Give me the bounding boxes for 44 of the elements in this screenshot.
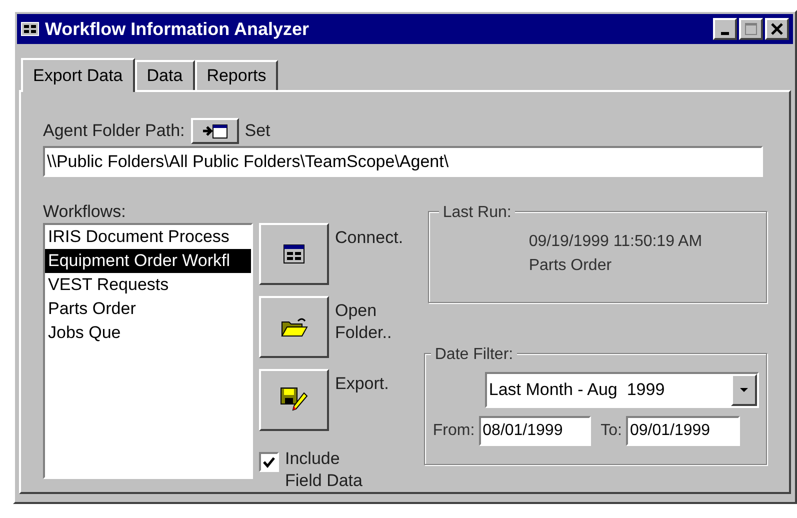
list-item[interactable]: Jobs Que bbox=[45, 321, 251, 345]
folder-icon bbox=[280, 316, 308, 338]
caret-icon bbox=[740, 388, 748, 392]
list-item[interactable]: Parts Order bbox=[45, 297, 251, 321]
range-dropdown[interactable]: Last Month - Aug 1999 bbox=[484, 372, 759, 408]
from-label: From: bbox=[432, 421, 475, 441]
last-run-workflow: Parts Order bbox=[528, 256, 613, 276]
dropdown-value: Last Month - Aug 1999 bbox=[488, 379, 666, 402]
app-icon bbox=[21, 22, 39, 36]
minimize-button[interactable] bbox=[713, 18, 737, 40]
set-folder-button[interactable] bbox=[190, 118, 239, 144]
maximize-button[interactable] bbox=[739, 18, 763, 40]
include-checkbox[interactable] bbox=[259, 452, 279, 472]
action-label: Export. bbox=[335, 373, 390, 395]
tab[interactable]: Reports bbox=[194, 60, 278, 90]
action-label: Connect. bbox=[335, 227, 404, 249]
to-label: To: bbox=[600, 421, 622, 441]
set-label: Set bbox=[244, 120, 270, 142]
list-item[interactable]: VEST Requests bbox=[45, 273, 251, 297]
action-button[interactable] bbox=[259, 223, 329, 285]
list-item[interactable]: IRIS Document Process bbox=[45, 225, 251, 249]
list-label: Workflows: bbox=[43, 201, 127, 223]
list-item[interactable]: Equipment Order Workfl bbox=[45, 249, 251, 273]
checkbox-label: Include Field Data bbox=[285, 448, 364, 492]
close-button[interactable] bbox=[765, 18, 789, 40]
maximize-icon bbox=[745, 23, 757, 35]
minimize-icon bbox=[721, 32, 729, 35]
action-button[interactable] bbox=[259, 296, 329, 358]
close-icon bbox=[771, 23, 783, 35]
folder-path-field[interactable]: \\Public Folders\All Public Folders\TeamScope\Agent\ bbox=[43, 146, 763, 177]
arrow-grid-icon bbox=[202, 123, 228, 139]
floppy-pencil-icon bbox=[280, 387, 308, 413]
to-date-field[interactable]: 09/01/1999 bbox=[626, 416, 740, 446]
tab[interactable]: Export Data bbox=[21, 58, 135, 92]
last-run-time: 09/19/1999 11:50:19 AM bbox=[528, 232, 704, 252]
check-icon bbox=[263, 456, 275, 468]
field-label: Agent Folder Path: bbox=[43, 120, 185, 142]
dropdown-arrow-button[interactable] bbox=[730, 374, 757, 406]
tab[interactable]: Data bbox=[134, 60, 195, 90]
action-label: Open Folder.. bbox=[335, 300, 393, 344]
grid-window-icon bbox=[283, 244, 305, 264]
action-button[interactable] bbox=[259, 369, 329, 431]
window-title: Workflow Information Analyzer bbox=[45, 18, 310, 41]
from-date-field[interactable]: 08/01/1999 bbox=[478, 416, 591, 446]
